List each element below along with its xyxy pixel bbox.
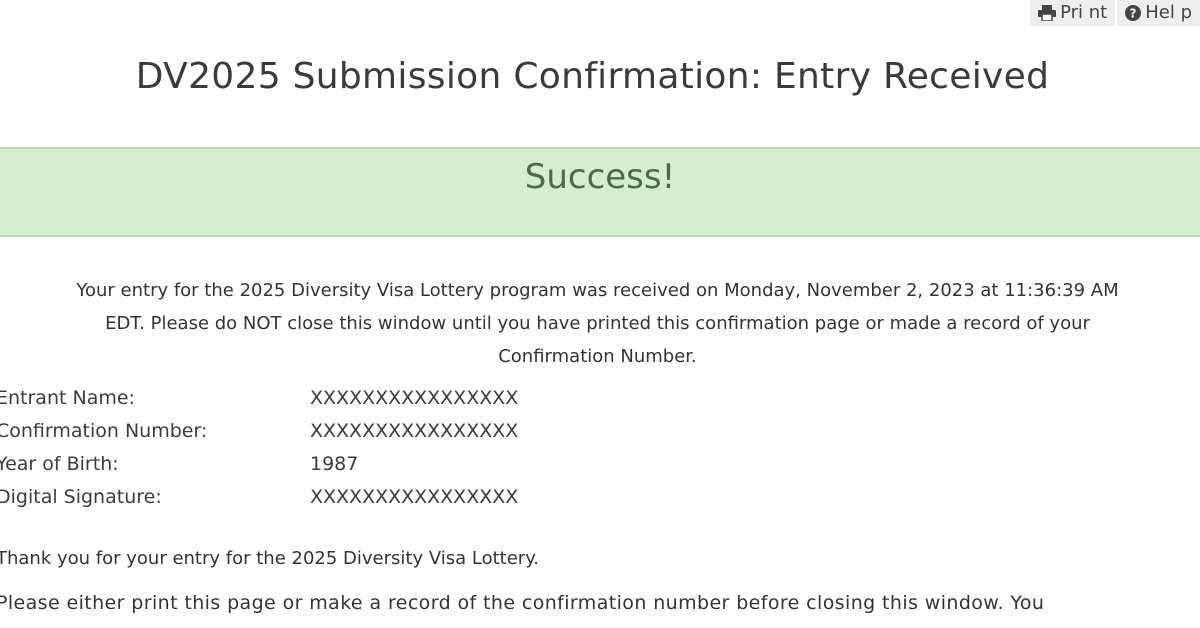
confirmation-page: Pri nt ? Hel p DV2025 Submission Confirm…	[0, 0, 1200, 628]
svg-text:?: ?	[1130, 7, 1137, 21]
detail-value: XXXXXXXXXXXXXXXX	[310, 420, 519, 442]
print-label: Pri nt	[1060, 2, 1108, 23]
success-banner: Success!	[0, 147, 1200, 237]
detail-value: XXXXXXXXXXXXXXXX	[310, 486, 519, 508]
detail-value: 1987	[310, 453, 359, 475]
detail-label: Confirmation Number:	[0, 420, 208, 442]
success-text: Success!	[524, 157, 676, 197]
print-button[interactable]: Pri nt	[1030, 0, 1116, 26]
detail-label: Entrant Name:	[0, 387, 135, 409]
detail-label: Year of Birth:	[0, 453, 119, 475]
help-label: Hel p	[1145, 2, 1192, 23]
confirmation-message: Your entry for the 2025 Diversity Visa L…	[10, 274, 1185, 373]
message-line: Your entry for the 2025 Diversity Visa L…	[76, 280, 1119, 301]
detail-value: XXXXXXXXXXXXXXXX	[310, 387, 519, 409]
toolbar: Pri nt ? Hel p	[1030, 0, 1200, 26]
detail-row-confirmation-number: Confirmation Number: XXXXXXXXXXXXXXXX	[0, 415, 518, 448]
printer-icon	[1038, 5, 1057, 21]
message-line: EDT. Please do NOT close this window unt…	[105, 313, 1090, 334]
detail-label: Digital Signature:	[0, 486, 162, 508]
question-circle-icon: ?	[1125, 5, 1142, 21]
message-line: Confirmation Number.	[498, 346, 697, 367]
instructions-text: Please either print this page or make a …	[0, 592, 1045, 614]
detail-row-entrant-name: Entrant Name: XXXXXXXXXXXXXXXX	[0, 382, 518, 415]
thank-you-text: Thank you for your entry for the 2025 Di…	[0, 548, 539, 569]
detail-row-year-of-birth: Year of Birth: 1987	[0, 448, 518, 481]
entry-details: Entrant Name: XXXXXXXXXXXXXXXX Confirmat…	[0, 382, 518, 514]
page-title: DV2025 Submission Confirmation: Entry Re…	[135, 56, 1050, 97]
help-button[interactable]: ? Hel p	[1117, 0, 1200, 26]
detail-row-digital-signature: Digital Signature: XXXXXXXXXXXXXXXX	[0, 481, 518, 514]
